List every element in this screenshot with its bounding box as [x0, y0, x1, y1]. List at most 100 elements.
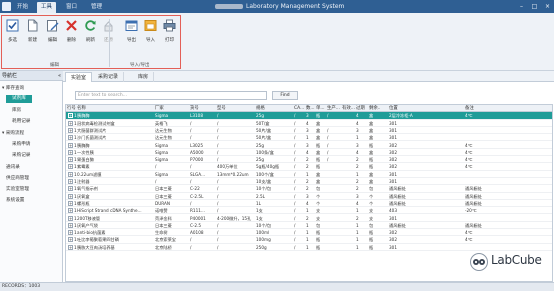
table-cell	[326, 200, 341, 207]
column-header[interactable]: 货号	[189, 105, 216, 112]
table-cell: P40001	[190, 215, 206, 221]
table-cell: 2.5L	[256, 193, 265, 199]
table-cell: 4℃	[465, 149, 473, 155]
table-cell: 螺形瓶	[77, 200, 90, 206]
column-header[interactable]: CA...	[293, 105, 305, 112]
table-cell: C-2.5	[190, 222, 202, 228]
print-button[interactable]: 打印	[161, 19, 178, 43]
table-row[interactable]: +1 HiScript Strand cDNA Synthe... 诺唯赞 R111.…	[66, 207, 552, 215]
import-export-group-label: 导入/导出	[130, 63, 150, 68]
search-input[interactable]: Enter text to search...	[75, 91, 267, 100]
sidebar-item-settings[interactable]: 系统设置	[6, 197, 24, 203]
import-button[interactable]: 导入	[142, 19, 159, 43]
table-row[interactable]: +1 anti-bio抗菌素 生命树 A0108/100ml/1 瓶 1 瓶 302 4℃	[66, 229, 552, 237]
sidebar-item-suppliers[interactable]: 供应商管理	[6, 175, 29, 181]
table-row[interactable]: +1 紫霉素 //400万单位 5g瓶/40g瓶/2 瓶 2 瓶 302 4℃	[66, 163, 552, 171]
delete-button[interactable]: 删除	[63, 19, 80, 43]
minimize-button[interactable]: –	[515, 0, 528, 13]
column-header[interactable]: 过期	[355, 105, 368, 112]
column-header[interactable]: 单...	[315, 105, 326, 112]
table-cell: 盒	[369, 120, 374, 126]
tab-start[interactable]: 开始	[13, 2, 32, 13]
refresh-label: 刷新	[86, 38, 95, 43]
column-header[interactable]: 有效...	[341, 105, 355, 112]
table-cell: -20℃	[465, 208, 477, 214]
table-cell: 盒	[369, 127, 374, 133]
table-row[interactable]: +1 0.22um滤膜 Sigma SLGA... 13mm*0.22um 100个/盒 /…	[66, 171, 552, 178]
table-cell: 盒	[316, 127, 321, 133]
table-row[interactable]: +1 200T移液管 菏泽金科 P40001 4-200微升，15孔 1支/2 支 2 支 301	[66, 215, 552, 222]
table-row[interactable]: +1 胰酶酶 Sigma L3108/25g/3 瓶/4 盒 2层冷冻柜-A 4℃	[66, 112, 552, 120]
table-cell: 2	[356, 186, 359, 192]
column-header[interactable]: 数...	[305, 105, 315, 112]
table-row[interactable]: +1 大肠菌群测试片 达元生物 //50片/盒/3 盒/3 盒 301	[66, 127, 552, 135]
table-cell	[341, 156, 355, 163]
column-header[interactable]: 规格	[255, 105, 293, 112]
table-cell: 胰酶酶	[77, 113, 90, 119]
sidebar-item-reagents[interactable]: 试剂库	[6, 95, 32, 103]
tab-window[interactable]: 窗口	[62, 2, 81, 13]
tab-storeroom[interactable]: 库房	[133, 72, 155, 82]
table-row[interactable]: +1 胃蛋白酶 Sigma P7000/25g/2 瓶/2 瓶 302 4℃	[66, 156, 552, 164]
table-cell: 3	[356, 127, 359, 133]
edit-button[interactable]: 编辑	[44, 19, 61, 43]
column-header[interactable]: 生产...	[326, 105, 341, 112]
table-cell: /	[327, 127, 329, 133]
table-row[interactable]: +1 冠状病毒检测试剂盒 英格飞 //50T/盒/4 盒 4 盒 301	[66, 120, 552, 127]
table-cell: 100个/盒	[256, 171, 274, 177]
column-header[interactable]: 剩余...	[368, 105, 380, 112]
sidebar-item-labs[interactable]: 实验室管理	[6, 186, 29, 192]
column-header[interactable]: 型号	[216, 105, 255, 112]
table-cell	[341, 163, 355, 170]
table-row[interactable]: +1 一次性胰 Sigma A5000/100条/盒/4 盒/4 盒 302 4℃	[66, 149, 552, 157]
column-header[interactable]: 行号	[66, 105, 76, 112]
table-cell: 302	[389, 149, 397, 155]
close-button[interactable]: ×	[541, 0, 554, 13]
maximize-button[interactable]: □	[528, 0, 541, 13]
table-cell: 个	[316, 200, 321, 206]
table-cell: 包	[369, 186, 374, 192]
sidebar-item-purchase-request[interactable]: 采购申请	[12, 141, 30, 147]
tab-manage[interactable]: 管理	[87, 2, 106, 13]
new-button[interactable]: 新建	[24, 19, 41, 43]
table-cell: 10个/包	[256, 222, 272, 228]
table-cell: /	[327, 113, 329, 119]
table-row[interactable]: +1 吐比李葡聚萄果四甘磷 北京索莱宝 //100mg/1 瓶 1 瓶 302 4℃	[66, 236, 552, 244]
sidebar-item-usage[interactable]: 耗用记录	[12, 118, 30, 124]
collapse-nav-button[interactable]: «	[58, 71, 61, 81]
column-header[interactable]: 厂家	[154, 105, 189, 112]
table-cell: /	[294, 244, 296, 250]
column-header[interactable]: 备注	[464, 105, 552, 112]
tab-purchase-records[interactable]: 采购记录	[93, 72, 125, 82]
table-row[interactable]: +1 胰胨大豆肉汤培养基 北京陆桥 //250g/1 瓶 1 瓶 301	[66, 244, 552, 251]
table-row[interactable]: +1 螺形瓶 DURAN //1L/4 个 4 个通风橱处 通风橱处	[66, 200, 552, 208]
export-button[interactable]: 导出	[123, 19, 140, 43]
table-row[interactable]: +1 厌氧产气袋 日本三菱 C-2.5/10个/包/1 包 1 包通风橱处 通风橱处	[66, 222, 552, 230]
table-row[interactable]: +1 厌氧盒 日本三菱 C-2.5L/2.5L/3 个 3 个通风橱处 通风橱处	[66, 193, 552, 200]
table-row[interactable]: +1 沙门氏菌测试片 达元生物 //50片/盒/1 盒/1 盒 301	[66, 134, 552, 142]
sidebar-item-inventory[interactable]: ▾ 库存查询	[2, 85, 24, 91]
tab-tools[interactable]: 工具	[37, 2, 57, 13]
print-icon	[163, 19, 176, 32]
table-cell: /	[190, 244, 192, 250]
sidebar-item-purchase-flow[interactable]: ▾ 采购流程	[2, 130, 24, 136]
table-cell: 盒	[316, 171, 321, 177]
column-header[interactable]	[380, 105, 388, 112]
table-row[interactable]: +1 注射器 / //10支/盒/2 盒 2 盒 301	[66, 178, 552, 186]
table-cell	[326, 236, 341, 243]
sidebar-item-storeroom[interactable]: 库房	[12, 107, 21, 113]
multi-select-button[interactable]: 多选	[4, 19, 21, 43]
table-row[interactable]: +1 胰酶酶 Sigma L3025/25g/3 瓶/3 瓶 302 4℃	[66, 142, 552, 149]
table-cell: 瓶	[369, 157, 374, 163]
sidebar-item-contacts[interactable]: 通讯录	[6, 164, 20, 170]
column-header[interactable]: 位置	[388, 105, 464, 112]
refresh-button[interactable]: 刷新	[82, 19, 99, 43]
column-header[interactable]: 名称	[76, 105, 154, 112]
table-cell	[341, 112, 355, 119]
sidebar-item-purchase-records[interactable]: 采购记录	[12, 152, 30, 158]
table-cell: 1L	[256, 200, 261, 206]
find-button[interactable]: Find	[272, 91, 298, 100]
tab-lab[interactable]: 实验室	[65, 72, 93, 82]
checkbox-icon	[6, 19, 19, 32]
table-row[interactable]: +1 氧气指示剂 日本三菱 C-22/10个/包/2 包 2 包通风橱处 通风橱处	[66, 185, 552, 193]
